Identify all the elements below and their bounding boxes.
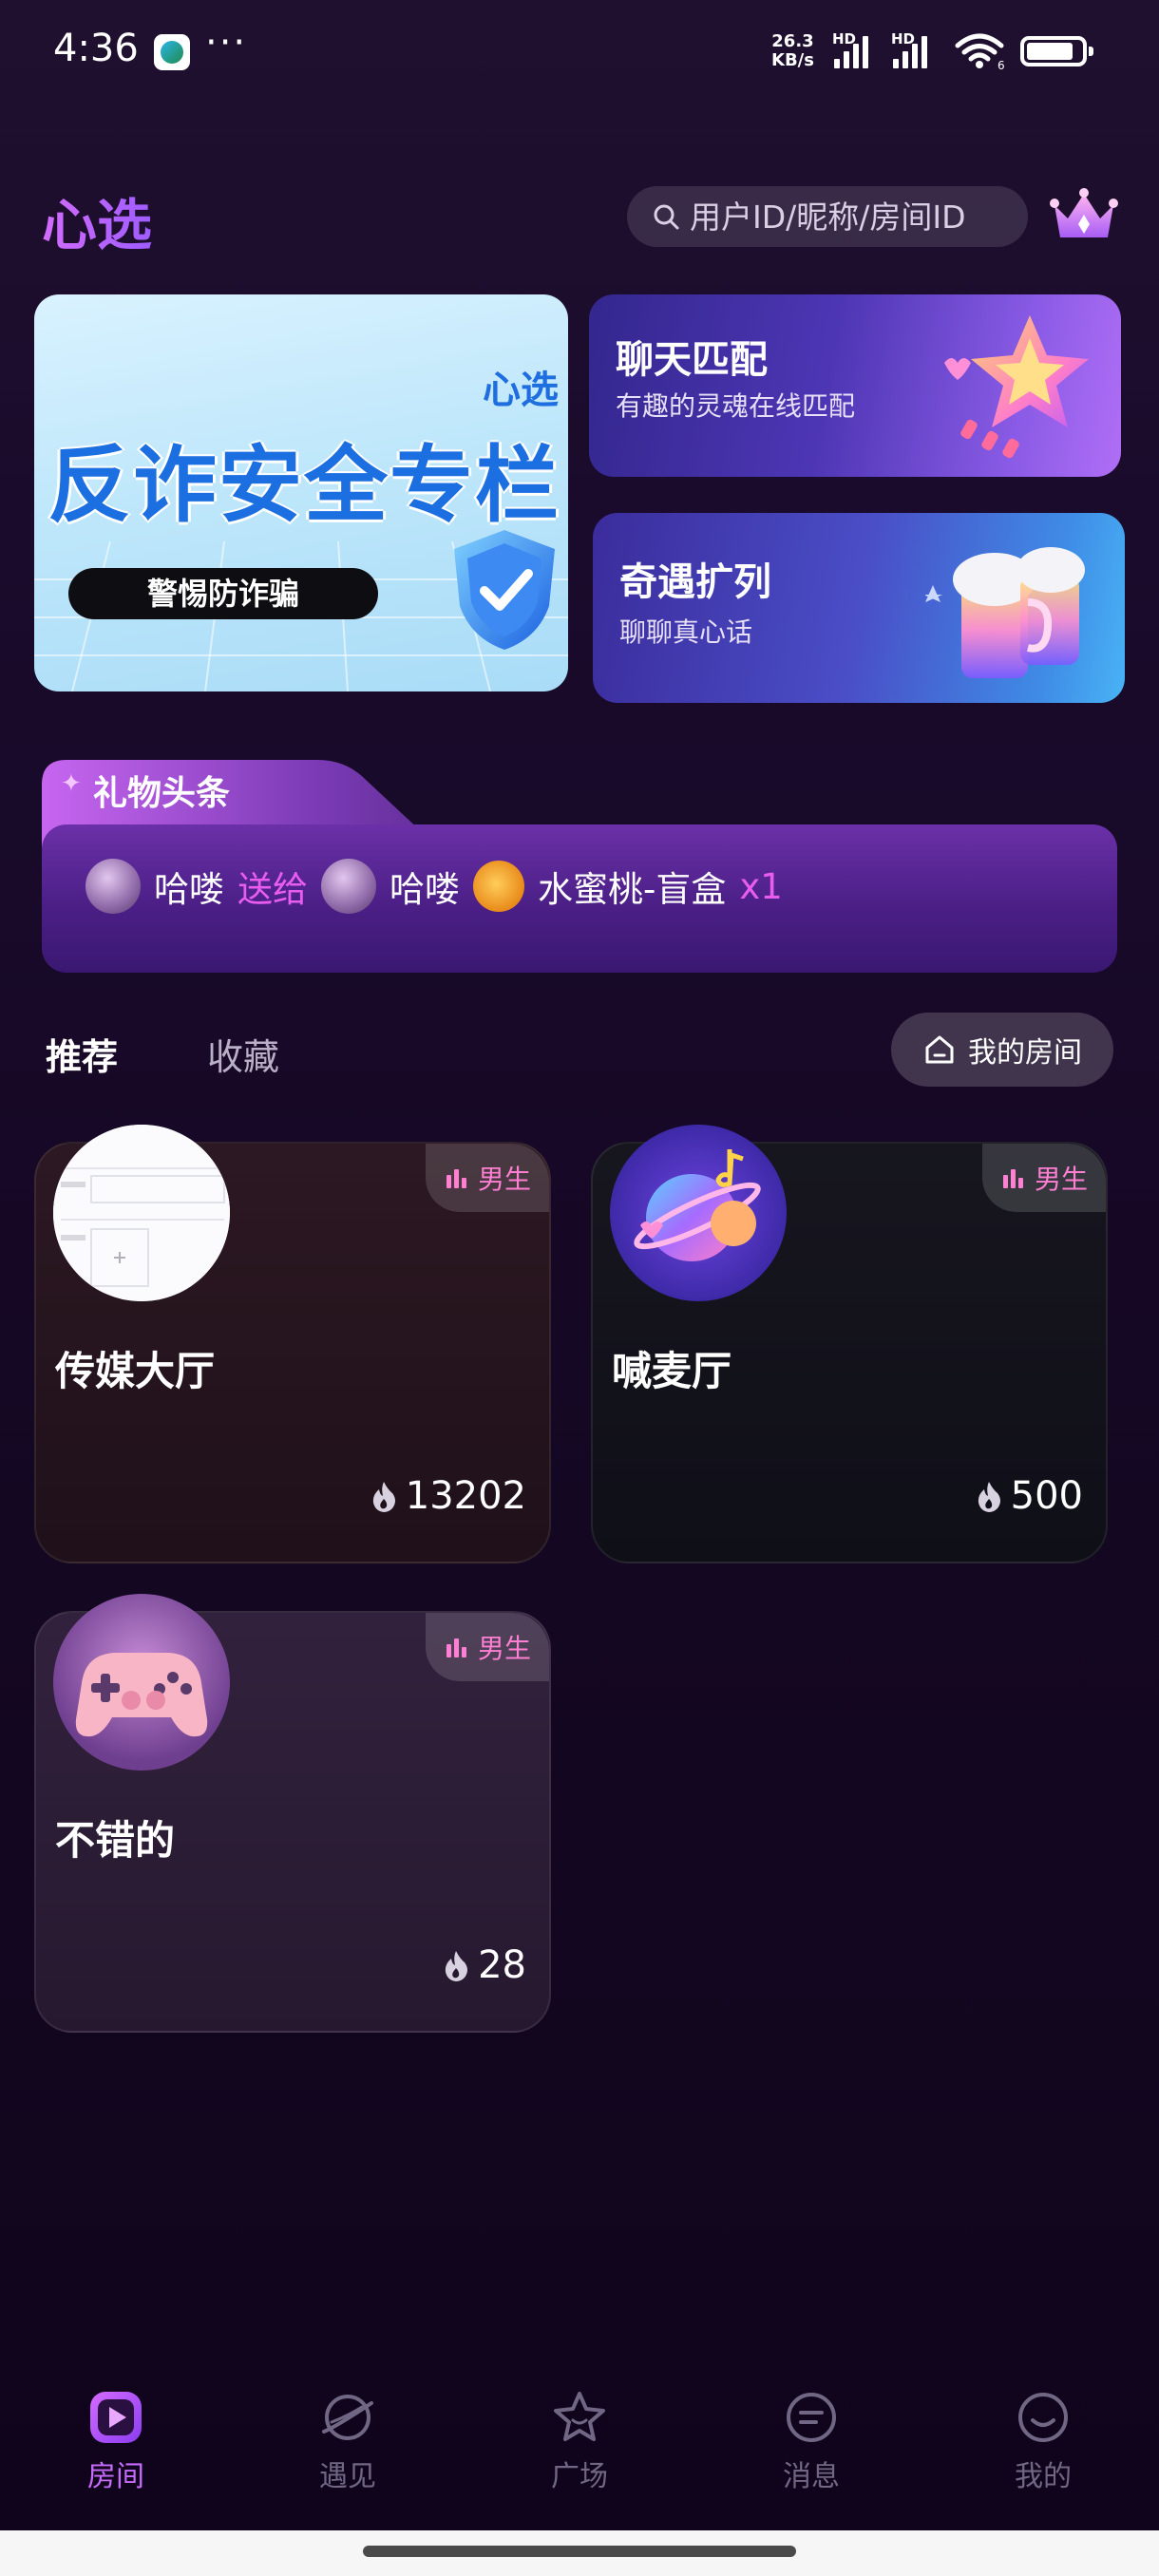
my-room-button[interactable]: 我的房间 — [891, 1013, 1113, 1087]
speed-unit: KB/s — [771, 50, 814, 70]
nav-rooms[interactable]: 房间 — [0, 2388, 232, 2530]
gender-tag: 男生 — [426, 1144, 549, 1212]
room-heat: 13202 — [370, 1474, 526, 1518]
room-cover-image — [53, 1594, 230, 1771]
battery-icon — [1020, 36, 1093, 66]
bottom-nav: 房间 遇见 广场 消息 我的 — [0, 2388, 1159, 2530]
gift-item-name: 水蜜桃-盲盒 — [538, 869, 727, 910]
receiver-avatar[interactable] — [321, 859, 376, 914]
nav-messages[interactable]: 消息 — [695, 2388, 927, 2530]
chat-match-subtitle: 有趣的灵魂在线匹配 — [616, 390, 856, 422]
star-icon — [554, 2392, 605, 2441]
bars-icon — [1002, 1169, 1023, 1188]
edge-app-icon — [154, 34, 190, 70]
play-icon — [90, 2392, 142, 2443]
room-name: 传媒大厅 — [55, 1348, 216, 1394]
room-heat-value: 500 — [1010, 1474, 1083, 1518]
sender-name[interactable]: 哈喽 — [154, 861, 224, 912]
tab-recommend[interactable]: 推荐 — [46, 1028, 118, 1080]
nav-meet[interactable]: 遇见 — [232, 2388, 464, 2530]
search-icon — [654, 204, 679, 230]
star-icon — [944, 315, 1089, 459]
banner-pill: 警惕防诈骗 — [68, 568, 378, 619]
gender-tag-label: 男生 — [477, 1633, 531, 1664]
nav-square[interactable]: 广场 — [464, 2388, 695, 2530]
gender-tag: 男生 — [426, 1613, 549, 1681]
signal-icon-2 — [893, 32, 927, 68]
room-heat: 28 — [442, 1943, 526, 1987]
room-cover-image — [610, 1125, 787, 1301]
status-time: 4:36 — [53, 27, 139, 70]
nav-label: 房间 — [87, 2460, 144, 2493]
nav-profile[interactable]: 我的 — [927, 2388, 1159, 2530]
beer-mugs-icon — [925, 547, 1085, 678]
gift-headline-panel[interactable]: ✦ 礼物头条 哈喽 送给 哈喽 水蜜桃-盲盒 x1 — [42, 760, 1117, 973]
nav-label: 我的 — [1015, 2460, 1072, 2493]
room-name: 喊麦厅 — [612, 1348, 732, 1394]
message-icon — [787, 2393, 836, 2442]
banner-heading: 反诈安全专栏 — [48, 436, 561, 534]
wifi-icon: 6 — [955, 33, 1005, 70]
encounter-card[interactable]: 奇遇扩列 聊聊真心话 — [593, 513, 1125, 703]
room-name: 不错的 — [55, 1817, 176, 1864]
home-icon — [925, 1035, 954, 1064]
gift-message-row: 哈喽 送给 哈喽 水蜜桃-盲盒 x1 — [86, 859, 783, 914]
bars-icon — [446, 1169, 466, 1188]
planet-icon — [322, 2395, 373, 2440]
chat-match-card[interactable]: 聊天匹配 有趣的灵魂在线匹配 — [589, 294, 1121, 477]
gender-tag-label: 男生 — [1034, 1164, 1088, 1195]
gift-headline-title: 礼物头条 — [93, 774, 231, 813]
nav-label: 广场 — [551, 2460, 608, 2493]
sparkle-icon: ✦ — [61, 769, 82, 798]
search-input[interactable] — [690, 198, 1013, 236]
room-heat-value: 28 — [478, 1943, 526, 1987]
crown-icon[interactable] — [1049, 186, 1119, 247]
flame-icon — [445, 1951, 468, 1981]
flame-icon — [978, 1482, 1000, 1512]
receiver-name[interactable]: 哈喽 — [390, 861, 460, 912]
anti-fraud-banner[interactable]: 心选 反诈安全专栏 警惕防诈骗 — [34, 294, 568, 691]
more-notifications-icon: ··· — [205, 21, 248, 65]
wifi-badge: 6 — [998, 59, 1005, 70]
room-heat: 500 — [975, 1474, 1083, 1518]
nav-label: 消息 — [783, 2460, 840, 2493]
gift-verb: 送给 — [238, 869, 308, 910]
room-card[interactable]: 男生 传媒大厅 13202 — [34, 1125, 551, 1563]
search-bar[interactable] — [627, 186, 1028, 247]
network-speed: 26.3 KB/s — [771, 32, 814, 70]
gender-tag: 男生 — [982, 1144, 1106, 1212]
gift-icon — [473, 861, 524, 912]
gift-count: x1 — [739, 865, 783, 907]
room-card[interactable]: 男生 不错的 28 — [34, 1594, 551, 2033]
flame-icon — [372, 1482, 395, 1512]
sender-avatar[interactable] — [86, 859, 141, 914]
banner-brand: 心选 — [483, 369, 559, 412]
home-indicator[interactable] — [363, 2546, 796, 2557]
bars-icon — [446, 1638, 466, 1657]
tab-favorites[interactable]: 收藏 — [207, 1028, 279, 1080]
room-heat-value: 13202 — [405, 1474, 526, 1518]
my-room-label: 我的房间 — [968, 1036, 1082, 1070]
chat-match-title: 聊天匹配 — [616, 338, 768, 382]
room-cover-image — [53, 1125, 230, 1301]
smile-icon — [1018, 2393, 1068, 2442]
signal-icon-1 — [834, 32, 868, 68]
room-card[interactable]: 男生 喊麦厅 500 — [591, 1125, 1108, 1563]
encounter-title: 奇遇扩列 — [619, 560, 771, 604]
nav-label: 遇见 — [319, 2460, 376, 2493]
gender-tag-label: 男生 — [477, 1164, 531, 1195]
shield-check-icon — [454, 530, 555, 650]
page-title: 心选 — [42, 180, 152, 260]
encounter-subtitle: 聊聊真心话 — [619, 616, 753, 648]
speed-value: 26.3 — [771, 31, 814, 51]
status-bar: 4:36 ··· 26.3 KB/s HD HD 6 — [0, 0, 1159, 104]
